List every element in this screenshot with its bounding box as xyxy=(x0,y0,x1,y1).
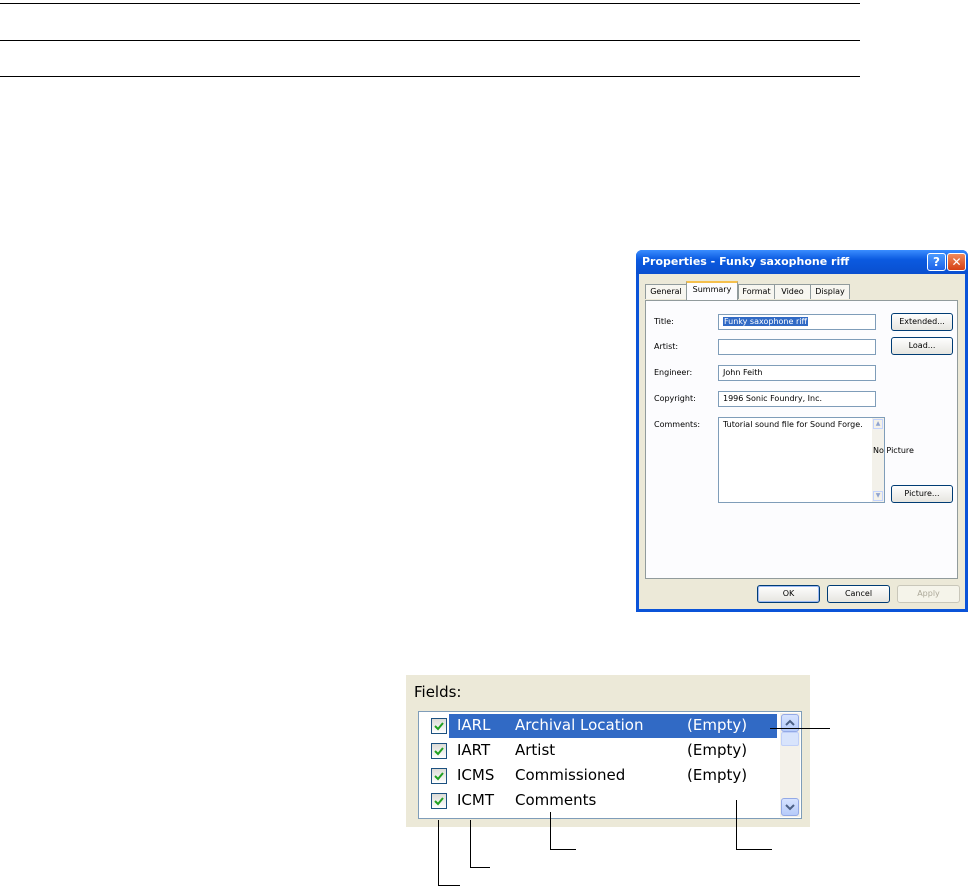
title-label: Title: xyxy=(654,317,674,326)
callout-line-code-col-h xyxy=(470,867,490,868)
checkbox-check-icon xyxy=(434,797,444,806)
fields-list[interactable]: IARL Archival Location (Empty) IART Arti… xyxy=(418,711,802,819)
artist-label: Artist: xyxy=(654,342,679,351)
bottom-rule xyxy=(0,76,860,77)
list-item[interactable]: IARL Archival Location (Empty) xyxy=(421,714,777,738)
scroll-down-arrow-icon[interactable] xyxy=(781,798,799,816)
middle-rule xyxy=(0,40,860,41)
list-item[interactable]: ICMT Comments xyxy=(421,789,777,813)
callout-line-checkbox-v xyxy=(438,820,439,885)
summary-tab-panel: Title: Funky saxophone riff Extended... … xyxy=(645,300,958,579)
dialog-body: General Summary Format Video Display Tit… xyxy=(639,274,965,609)
dialog-title: Properties - Funky saxophone riff xyxy=(642,255,850,268)
tab-video[interactable]: Video xyxy=(774,284,811,299)
checkbox[interactable] xyxy=(431,768,447,784)
field-value: (Empty) xyxy=(687,741,748,759)
help-icon[interactable]: ? xyxy=(927,253,946,271)
list-item[interactable]: ICMS Commissioned (Empty) xyxy=(421,764,777,788)
checkbox-check-icon xyxy=(434,722,444,731)
artist-field[interactable] xyxy=(718,339,876,355)
scroll-down-arrow-icon[interactable]: ▼ xyxy=(873,491,883,501)
field-value: (Empty) xyxy=(687,766,748,784)
picture-button[interactable]: Picture... xyxy=(891,485,953,503)
callout-line-checkbox-h xyxy=(438,885,460,886)
fields-panel: Fields: IARL Archival Location (Empty) I… xyxy=(406,675,810,827)
apply-button: Apply xyxy=(897,585,960,603)
callout-line-value-col-h xyxy=(736,849,772,850)
field-code: ICMT xyxy=(457,791,495,809)
engineer-field[interactable]: John Feith xyxy=(718,365,876,381)
top-rule xyxy=(0,3,860,4)
comments-field[interactable]: Tutorial sound file for Sound Forge. ▲ ▼ xyxy=(718,417,885,503)
callout-line-value-col-v xyxy=(736,800,737,849)
properties-dialog: Properties - Funky saxophone riff ? ✕ Ge… xyxy=(636,250,968,612)
checkbox[interactable] xyxy=(431,743,447,759)
checkbox[interactable] xyxy=(431,718,447,734)
callout-line-name-col-v xyxy=(550,812,551,849)
close-icon[interactable]: ✕ xyxy=(947,253,966,271)
copyright-label: Copyright: xyxy=(654,394,696,403)
engineer-label: Engineer: xyxy=(654,368,693,377)
no-picture-label: No Picture xyxy=(873,446,914,455)
scroll-up-arrow-icon[interactable] xyxy=(781,714,799,732)
title-field-value: Funky saxophone riff xyxy=(723,317,808,326)
field-code: ICMS xyxy=(457,766,495,784)
field-code: IART xyxy=(457,741,491,759)
checkbox-check-icon xyxy=(434,747,444,756)
scroll-up-arrow-icon[interactable]: ▲ xyxy=(873,419,883,429)
field-value: (Empty) xyxy=(687,716,748,734)
list-item[interactable]: IART Artist (Empty) xyxy=(421,739,777,763)
tab-general[interactable]: General xyxy=(645,284,687,299)
field-name: Archival Location xyxy=(515,716,644,734)
callout-line-scrollbar xyxy=(770,728,830,729)
tab-summary[interactable]: Summary xyxy=(686,281,738,300)
checkbox[interactable] xyxy=(431,793,447,809)
extended-button[interactable]: Extended... xyxy=(891,313,953,331)
field-name: Commissioned xyxy=(515,766,626,784)
comments-scrollbar[interactable]: ▲ ▼ xyxy=(872,418,884,502)
copyright-field[interactable]: 1996 Sonic Foundry, Inc. xyxy=(718,391,876,407)
load-button[interactable]: Load... xyxy=(891,337,953,355)
callout-line-name-col-h xyxy=(550,849,576,850)
checkbox-check-icon xyxy=(434,772,444,781)
field-name: Artist xyxy=(515,741,556,759)
fields-label: Fields: xyxy=(414,683,462,701)
tab-format[interactable]: Format xyxy=(738,284,775,299)
cancel-button[interactable]: Cancel xyxy=(827,585,890,603)
comments-label: Comments: xyxy=(654,420,701,429)
callout-line-code-col-v xyxy=(470,820,471,867)
title-field[interactable]: Funky saxophone riff xyxy=(718,314,876,330)
field-name: Comments xyxy=(515,791,597,809)
scrollbar-thumb[interactable] xyxy=(781,732,799,746)
comments-text: Tutorial sound file for Sound Forge. xyxy=(723,420,863,429)
tab-display[interactable]: Display xyxy=(810,284,850,299)
dialog-titlebar[interactable]: Properties - Funky saxophone riff ? ✕ xyxy=(636,250,968,274)
ok-button[interactable]: OK xyxy=(757,585,820,603)
field-code: IARL xyxy=(457,716,491,734)
